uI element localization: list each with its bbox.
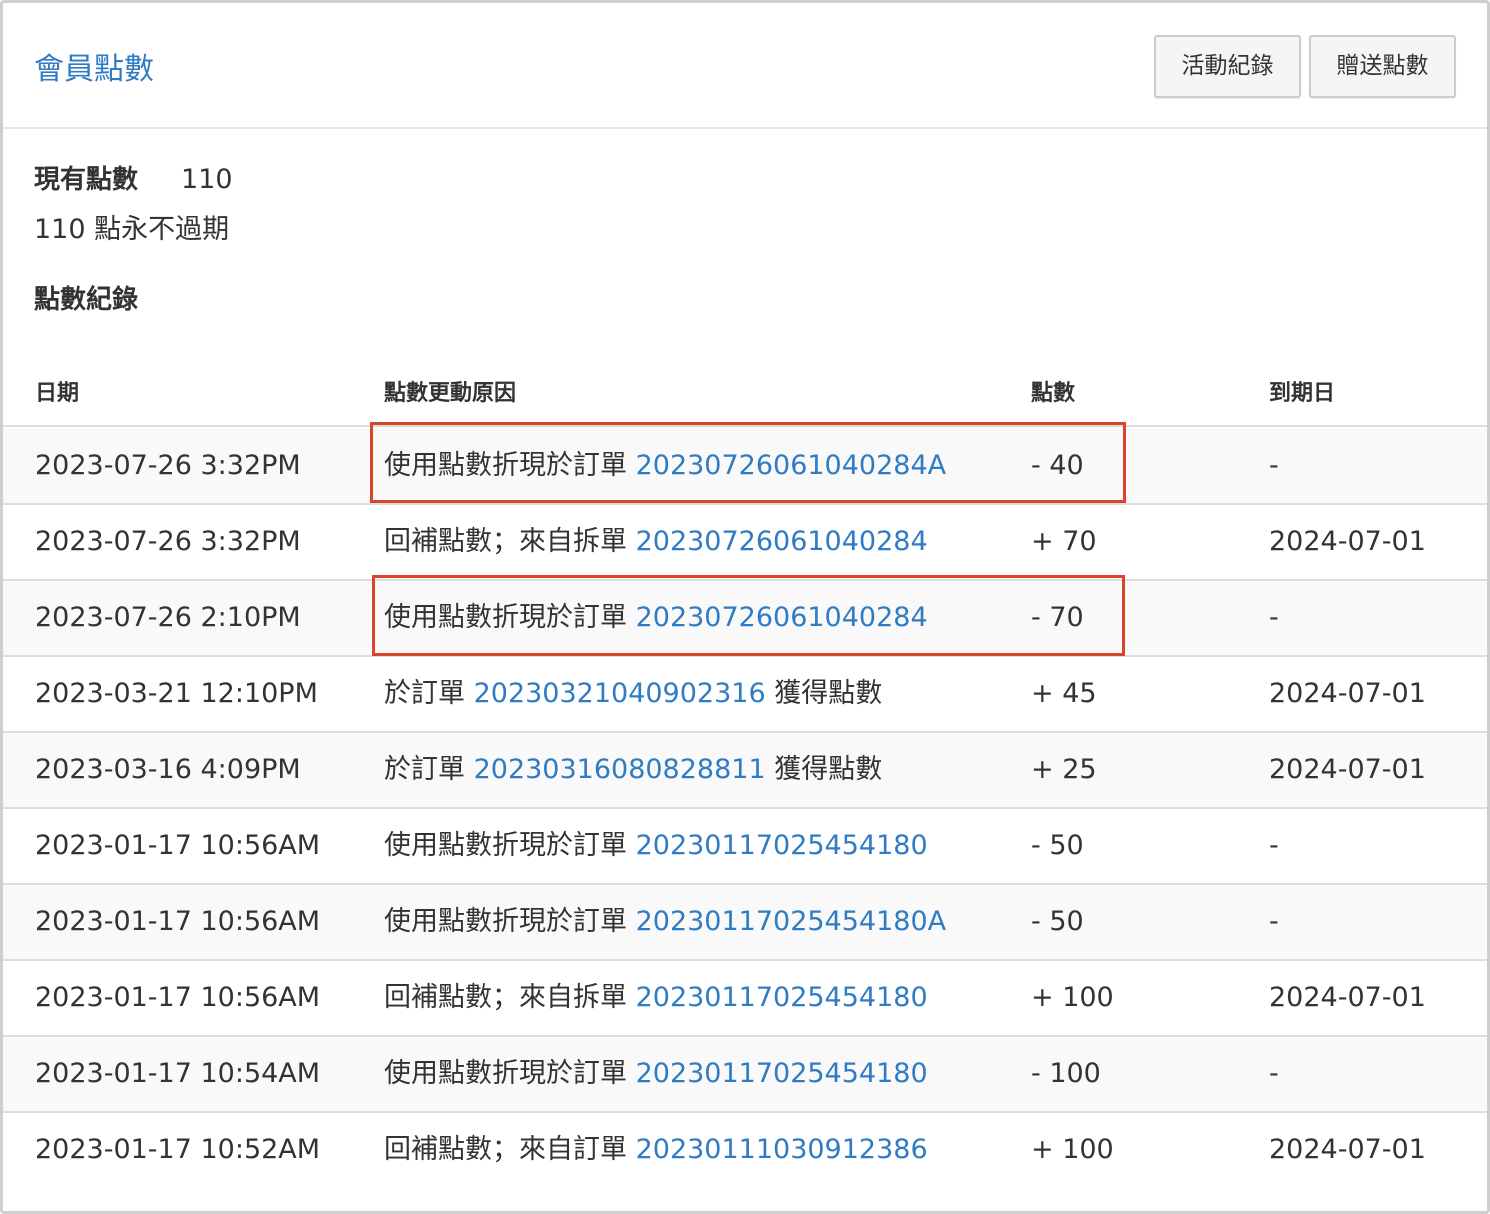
current-points-value: 110 (181, 164, 233, 195)
reason-text: 回補點數；來自訂單 (384, 1134, 636, 1165)
row-date: 2023-03-16 4:09PM (35, 754, 301, 785)
table-row: 2023-03-21 12:10PM 於訂單 20230321040902316 … (3, 657, 1487, 733)
records-table-header: 日期 點數更動原因 點數 到期日 (3, 371, 1487, 427)
row-date: 2023-01-17 10:54AM (35, 1058, 321, 1089)
row-expiry: - (1269, 830, 1279, 861)
row-reason: 使用點數折現於訂單 20230726061040284 (384, 581, 928, 655)
reason-text: 回補點數；來自拆單 (384, 982, 636, 1013)
current-points-label: 現有點數 (34, 165, 139, 195)
row-date: 2023-07-26 3:32PM (35, 450, 301, 481)
row-reason: 使用點數折現於訂單 20230726061040284A (384, 429, 946, 503)
row-expiry: - (1269, 602, 1279, 633)
row-date: 2023-07-26 2:10PM (35, 602, 301, 633)
page-title: 會員點數 (34, 52, 154, 87)
table-row: 2023-01-17 10:56AM 使用點數折現於訂單 202301170254… (3, 809, 1487, 885)
table-row: 2023-01-17 10:54AM 使用點數折現於訂單 202301170254… (3, 1037, 1487, 1113)
reason-text: 使用點數折現於訂單 (384, 830, 636, 861)
reason-suffix: 獲得點數 (765, 678, 883, 709)
order-number-link[interactable]: 20230321040902316 (474, 678, 766, 709)
column-header-reason: 點數更動原因 (384, 381, 517, 406)
column-header-points: 點數 (1031, 381, 1076, 406)
row-points: - 50 (1031, 906, 1084, 937)
row-date: 2023-03-21 12:10PM (35, 678, 318, 709)
order-number-link[interactable]: 20230726061040284A (636, 450, 947, 481)
row-expiry: 2024-07-01 (1269, 678, 1426, 709)
table-row: 2023-07-26 3:32PM 回補點數；來自拆單 2023072606104… (3, 505, 1487, 581)
row-expiry: 2024-07-01 (1269, 754, 1426, 785)
activity-history-button[interactable]: 活動紀錄 (1154, 35, 1301, 98)
row-points: + 100 (1031, 1134, 1114, 1165)
row-points: + 70 (1031, 526, 1097, 557)
row-reason: 回補點數；來自訂單 20230111030912386 (384, 1113, 928, 1187)
reason-text: 於訂單 (384, 754, 474, 785)
reason-text: 使用點數折現於訂單 (384, 906, 636, 937)
row-date: 2023-01-17 10:56AM (35, 982, 321, 1013)
row-date: 2023-01-17 10:52AM (35, 1134, 321, 1165)
reason-text: 於訂單 (384, 678, 474, 709)
row-points: + 100 (1031, 982, 1114, 1013)
expiry-note: 110 點永不過期 (34, 214, 230, 245)
reason-suffix: 獲得點數 (765, 754, 883, 785)
row-expiry: 2024-07-01 (1269, 1134, 1426, 1165)
row-date: 2023-01-17 10:56AM (35, 906, 321, 937)
records-table-body: 2023-07-26 3:32PM 使用點數折現於訂單 2023072606104… (3, 429, 1487, 1189)
row-points: - 50 (1031, 830, 1084, 861)
row-points: - 40 (1031, 450, 1084, 481)
reason-text: 使用點數折現於訂單 (384, 602, 636, 633)
order-number-link[interactable]: 20230117025454180A (636, 906, 947, 937)
row-expiry: - (1269, 906, 1279, 937)
order-number-link[interactable]: 20230111030912386 (636, 1134, 928, 1165)
order-number-link[interactable]: 20230726061040284 (636, 602, 928, 633)
column-header-expiry: 到期日 (1269, 381, 1336, 406)
row-reason: 回補點數；來自拆單 20230117025454180 (384, 961, 928, 1035)
row-expiry: 2024-07-01 (1269, 526, 1426, 557)
order-number-link[interactable]: 20230117025454180 (636, 982, 928, 1013)
column-header-date: 日期 (35, 381, 80, 406)
table-row: 2023-07-26 2:10PM 使用點數折現於訂單 2023072606104… (3, 581, 1487, 657)
table-row: 2023-01-17 10:56AM 回補點數；來自拆單 202301170254… (3, 961, 1487, 1037)
order-number-link[interactable]: 20230726061040284 (636, 526, 928, 557)
row-expiry: 2024-07-01 (1269, 982, 1426, 1013)
row-reason: 於訂單 20230316080828811 獲得點數 (384, 733, 882, 807)
points-records-title: 點數紀錄 (34, 285, 139, 315)
row-reason: 回補點數；來自拆單 20230726061040284 (384, 505, 928, 579)
member-points-panel: 會員點數 活動紀錄 贈送點數 現有點數 110 110 點永不過期 點數紀錄 日… (0, 0, 1490, 1214)
row-points: - 100 (1031, 1058, 1101, 1089)
panel-header: 會員點數 活動紀錄 贈送點數 (3, 3, 1487, 129)
order-number-link[interactable]: 20230316080828811 (474, 754, 766, 785)
table-row: 2023-03-16 4:09PM 於訂單 20230316080828811 獲… (3, 733, 1487, 809)
row-reason: 於訂單 20230321040902316 獲得點數 (384, 657, 882, 731)
gift-points-button[interactable]: 贈送點數 (1309, 35, 1456, 98)
table-row: 2023-07-26 3:32PM 使用點數折現於訂單 2023072606104… (3, 429, 1487, 505)
row-expiry: - (1269, 1058, 1279, 1089)
row-date: 2023-01-17 10:56AM (35, 830, 321, 861)
row-expiry: - (1269, 450, 1279, 481)
reason-text: 回補點數；來自拆單 (384, 526, 636, 557)
row-reason: 使用點數折現於訂單 20230117025454180 (384, 809, 928, 883)
order-number-link[interactable]: 20230117025454180 (636, 1058, 928, 1089)
row-points: - 70 (1031, 602, 1084, 633)
table-row: 2023-01-17 10:56AM 使用點數折現於訂單 202301170254… (3, 885, 1487, 961)
reason-text: 使用點數折現於訂單 (384, 1058, 636, 1089)
row-reason: 使用點數折現於訂單 20230117025454180 (384, 1037, 928, 1111)
reason-text: 使用點數折現於訂單 (384, 450, 636, 481)
order-number-link[interactable]: 20230117025454180 (636, 830, 928, 861)
row-points: + 45 (1031, 678, 1097, 709)
row-reason: 使用點數折現於訂單 20230117025454180A (384, 885, 946, 959)
row-date: 2023-07-26 3:32PM (35, 526, 301, 557)
table-row: 2023-01-17 10:52AM 回補點數；來自訂單 202301110309… (3, 1113, 1487, 1189)
row-points: + 25 (1031, 754, 1097, 785)
